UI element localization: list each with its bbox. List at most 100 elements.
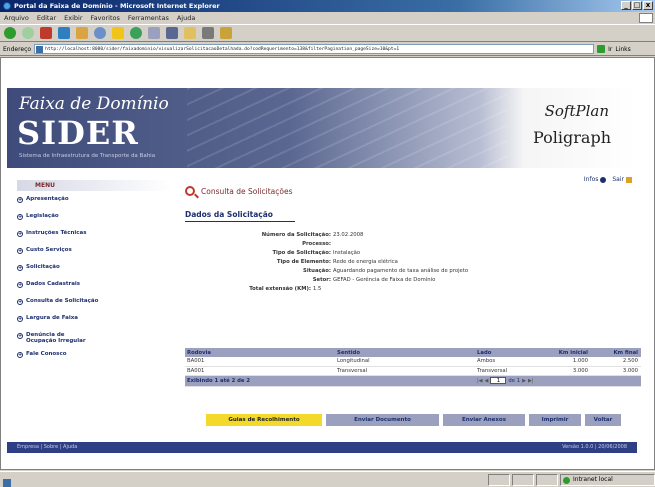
stop-icon[interactable]: [40, 27, 52, 39]
address-input[interactable]: http://localhost:8080/sider/faixadominio…: [34, 44, 595, 54]
go-label[interactable]: Ir: [608, 46, 612, 53]
detail-row: Setor: GEFAD - Gerência de Faixa de Domín…: [312, 277, 436, 283]
print-button[interactable]: Imprimir: [529, 414, 581, 426]
magnifier-icon: [185, 186, 195, 196]
detail-row: Processo:: [302, 241, 331, 247]
main-content: Consulta de Solicitações Dados da Solici…: [185, 186, 641, 295]
search-icon[interactable]: [94, 27, 106, 39]
title-bar: Portal da Faixa de Domínio - Microsoft I…: [0, 0, 655, 12]
exit-link[interactable]: Sair: [612, 176, 632, 183]
info-link[interactable]: Infos: [584, 176, 607, 183]
address-label: Endereço: [3, 45, 32, 53]
record-count: Exibindo 1 até 2 de 2: [185, 375, 475, 387]
forward-icon[interactable]: [22, 27, 34, 39]
links-label[interactable]: Links: [615, 46, 630, 53]
discuss-icon[interactable]: [202, 27, 214, 39]
window-title: Portal da Faixa de Domínio - Microsoft I…: [14, 2, 220, 10]
browser-window: Portal da Faixa de Domínio - Microsoft I…: [0, 0, 655, 487]
action-buttons: Guias de Recolhimento Enviar Documento E…: [206, 414, 621, 426]
go-icon[interactable]: [597, 45, 606, 53]
close-button[interactable]: x: [643, 1, 653, 10]
expand-icon: +: [17, 265, 23, 271]
sidebar-item-largura[interactable]: + Largura de Faixa: [17, 315, 172, 332]
menu-title: MENU: [17, 180, 172, 191]
send-document-button[interactable]: Enviar Documento: [326, 414, 439, 426]
address-bar: Endereço http://localhost:8080/sider/fai…: [0, 43, 655, 56]
detail-row: Tipo de Solicitação: Instalação: [272, 250, 361, 256]
sidebar-item-legislacao[interactable]: + Legislação: [17, 213, 172, 230]
table-footer: Exibindo 1 até 2 de 2 |◀ ◀ 1 de 1 ▶ ▶|: [185, 375, 641, 387]
detail-row: Tipo de Elemento: Rede de energia elétric…: [276, 259, 398, 265]
menu-exibir[interactable]: Exibir: [64, 14, 82, 22]
minimize-button[interactable]: _: [621, 1, 631, 10]
page-of-label: de 1: [508, 377, 521, 384]
send-attachments-button[interactable]: Enviar Anexos: [443, 414, 525, 426]
guides-button[interactable]: Guias de Recolhimento: [206, 414, 322, 426]
expand-icon: +: [17, 333, 23, 339]
edit-icon[interactable]: [184, 27, 196, 39]
col-km-final[interactable]: Km final: [591, 348, 641, 357]
sidebar-item-consulta[interactable]: + Consulta de Solicitação: [17, 298, 172, 315]
refresh-icon[interactable]: [58, 27, 70, 39]
sidebar-item-custo[interactable]: + Custo Serviços: [17, 247, 172, 264]
sidebar-item-apresentacao[interactable]: + Apresentação: [17, 196, 172, 213]
sider-logo: SIDER: [17, 114, 139, 152]
history-icon[interactable]: [130, 27, 142, 39]
banner-pattern: [187, 88, 507, 168]
col-km-inicial[interactable]: Km inicial: [539, 348, 591, 357]
table-row[interactable]: BA001 Transversal Transversal 3.000 3.00…: [185, 366, 641, 376]
expand-icon: +: [17, 299, 23, 305]
last-page-icon[interactable]: ▶|: [528, 378, 534, 384]
page-number-input[interactable]: 1: [490, 377, 507, 384]
detail-row: Número da Solicitação: 23.02.2008: [261, 232, 364, 238]
ie-icon: [3, 2, 11, 10]
back-icon[interactable]: [4, 27, 16, 39]
menu-bar: Arquivo Editar Exibir Favoritos Ferramen…: [0, 12, 655, 24]
detail-row: Situação: Aguardando pagamento de taxa an…: [303, 268, 469, 274]
status-bar: Intranet local: [0, 471, 655, 487]
page-footer: Empresa | Sobre | Ajuda Versão 1.0.0 | 2…: [7, 442, 637, 453]
pager: |◀ ◀ 1 de 1 ▶ ▶|: [475, 375, 641, 387]
table-row[interactable]: BA001 Longitudinal Ambos 1.000 2.500: [185, 357, 641, 367]
security-zone: Intranet local: [560, 473, 655, 486]
banner-title: Faixa de Domínio: [19, 94, 169, 114]
section-title: Dados da Solicitação: [185, 210, 295, 222]
expand-icon: +: [17, 316, 23, 322]
menu-favoritos[interactable]: Favoritos: [91, 14, 120, 22]
menu-arquivo[interactable]: Arquivo: [4, 14, 29, 22]
sidebar-item-instrucoes[interactable]: + Instruções Técnicas: [17, 230, 172, 247]
sidebar-item-fale-conosco[interactable]: + Fale Conosco: [17, 351, 172, 368]
favorites-icon[interactable]: [112, 27, 124, 39]
status-cell: [512, 473, 534, 486]
request-details: Número da Solicitação: 23.02.2008 Process…: [185, 232, 641, 295]
col-rodovia[interactable]: Rodovia: [185, 348, 335, 357]
first-page-icon[interactable]: |◀: [477, 378, 483, 384]
detail-row: Total extensão (KM): 1.5: [249, 286, 322, 292]
col-lado[interactable]: Lado: [475, 348, 539, 357]
address-url: http://localhost:8080/sider/faixadominio…: [45, 47, 400, 52]
expand-icon: +: [17, 282, 23, 288]
print-icon[interactable]: [166, 27, 178, 39]
messenger-icon[interactable]: [220, 27, 232, 39]
footer-links[interactable]: Empresa | Sobre | Ajuda: [17, 442, 77, 453]
sidebar-menu: MENU + Apresentação + Legislação + Instruçõ…: [17, 180, 172, 368]
sidebar-item-dados[interactable]: + Dados Cadastrais: [17, 281, 172, 298]
sidebar-item-solicitacao[interactable]: + Solicitação: [17, 264, 172, 281]
home-icon[interactable]: [76, 27, 88, 39]
menu-editar[interactable]: Editar: [37, 14, 56, 22]
sidebar-item-denuncia[interactable]: + Denúncia de Ocupação Irregular: [17, 332, 172, 351]
maximize-button[interactable]: □: [632, 1, 642, 10]
next-page-icon[interactable]: ▶: [522, 378, 526, 384]
site-banner: Faixa de Domínio SIDER Sistema de Infrae…: [7, 88, 637, 168]
back-button[interactable]: Voltar: [585, 414, 621, 426]
top-links: Infos Sair: [584, 176, 632, 183]
mail-icon[interactable]: [148, 27, 160, 39]
menu-ajuda[interactable]: Ajuda: [177, 14, 195, 22]
poligraph-logo: Poligraph: [533, 128, 611, 147]
menu-ferramentas[interactable]: Ferramentas: [128, 14, 169, 22]
col-sentido[interactable]: Sentido: [335, 348, 475, 357]
prev-page-icon[interactable]: ◀: [485, 378, 489, 384]
banner-subtitle: Sistema de Infraestrutura de Transporte …: [19, 153, 156, 159]
status-cell: [536, 473, 558, 486]
page-heading: Consulta de Solicitações: [185, 186, 641, 196]
